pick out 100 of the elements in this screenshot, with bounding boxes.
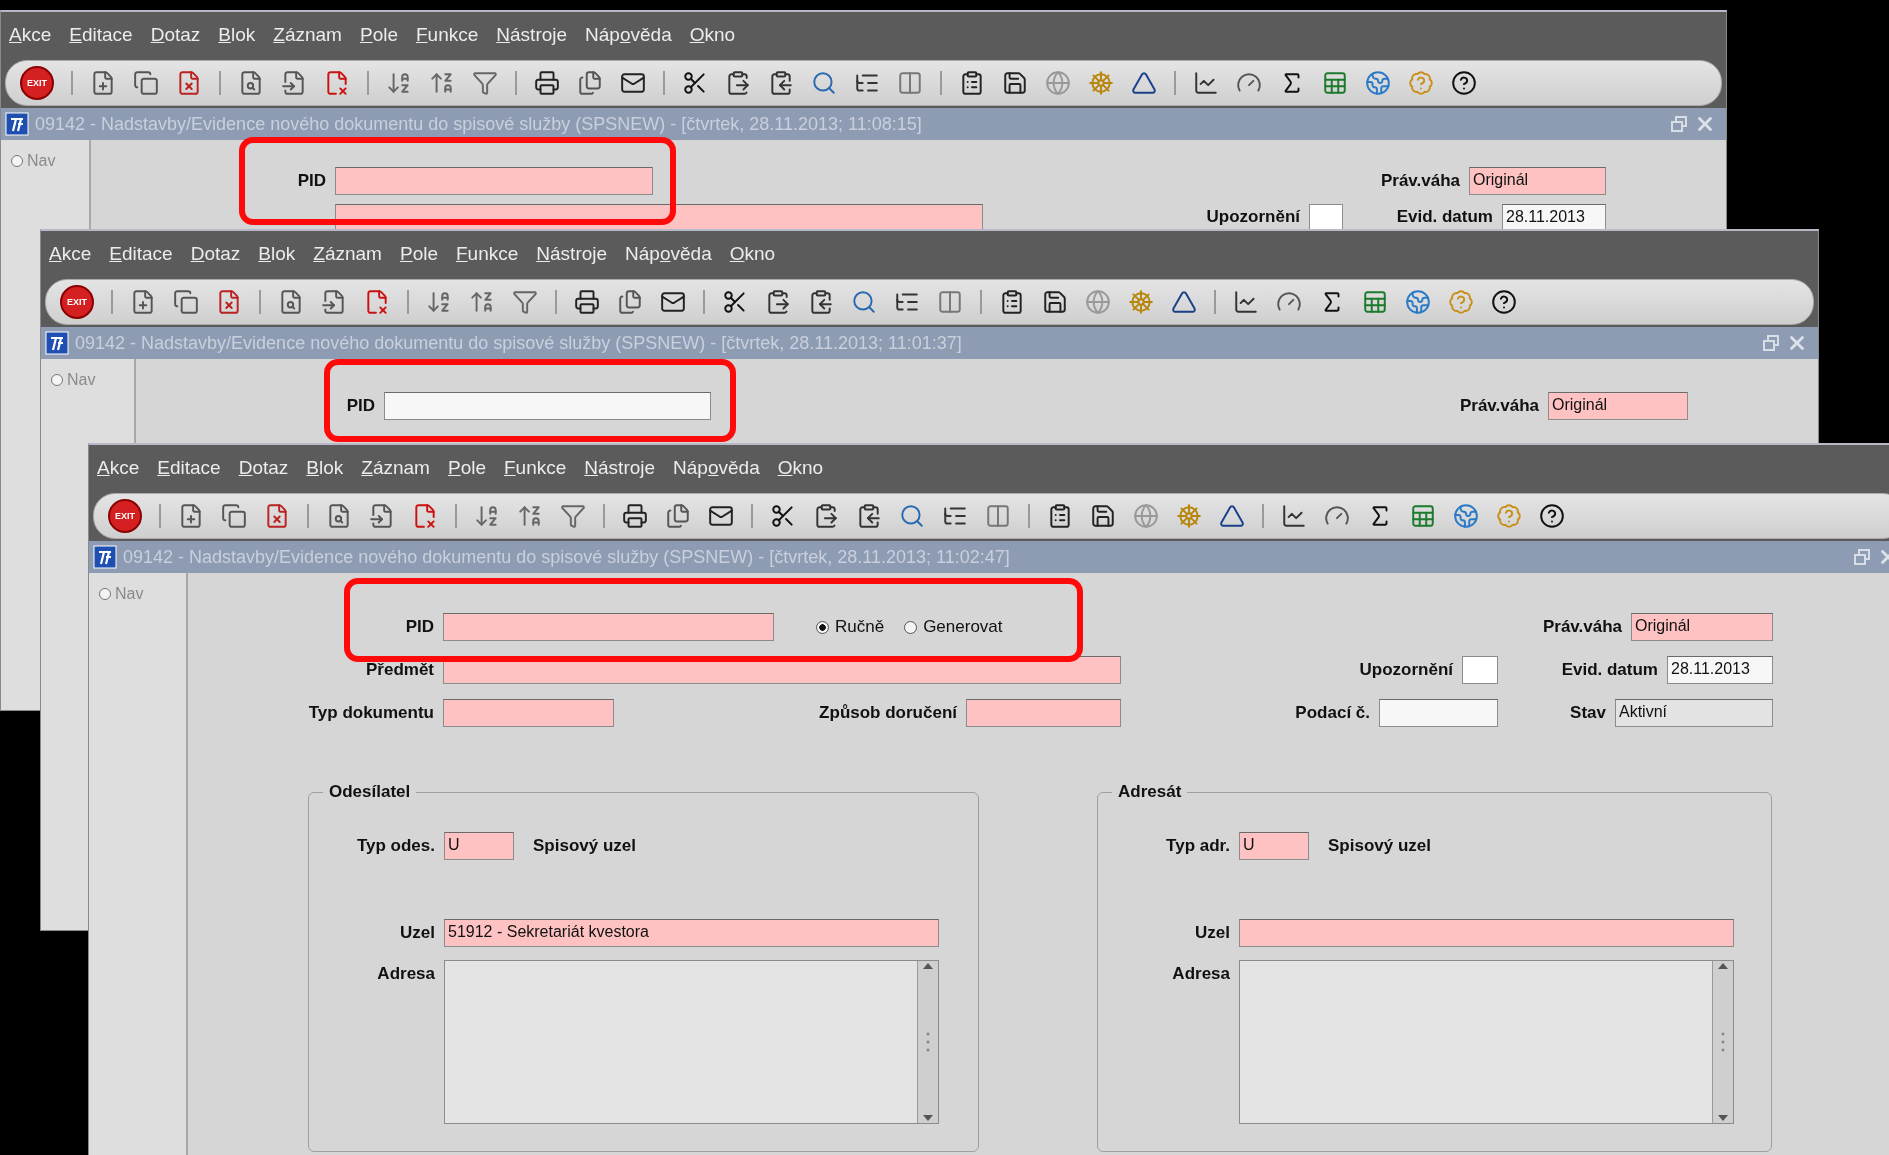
file-remove-icon[interactable] <box>412 503 438 529</box>
menu-item[interactable]: Záznam <box>361 457 430 479</box>
input-field[interactable] <box>966 699 1121 727</box>
menu-item[interactable]: Akce <box>97 457 140 479</box>
file-plus-icon[interactable] <box>90 70 116 96</box>
printer-icon[interactable] <box>622 503 648 529</box>
sort-ascending-icon[interactable] <box>426 289 452 315</box>
scroll-up-icon[interactable] <box>1717 961 1729 971</box>
menu-item[interactable]: Funkce <box>504 457 567 479</box>
file-delete-icon[interactable] <box>216 289 242 315</box>
input-field[interactable]: U <box>1239 832 1309 860</box>
help-icon[interactable] <box>1539 503 1565 529</box>
clipboard-icon[interactable] <box>768 70 794 96</box>
sort-descending-icon[interactable] <box>469 289 495 315</box>
address-field[interactable] <box>444 960 939 1124</box>
search-icon[interactable] <box>811 70 837 96</box>
radio-label[interactable]: Generovat <box>923 617 1003 637</box>
menu-item[interactable]: Editace <box>69 24 133 46</box>
clipboard-list-icon[interactable] <box>999 289 1025 315</box>
clipboard-list-icon[interactable] <box>1047 503 1073 529</box>
file-input-icon[interactable] <box>321 289 347 315</box>
input-field[interactable]: 51912 - Sekretariát kvestora <box>444 919 939 947</box>
paste-icon[interactable] <box>813 503 839 529</box>
triangle-icon[interactable] <box>1131 70 1157 96</box>
mail-icon[interactable] <box>708 503 734 529</box>
exit-button[interactable]: EXIT <box>108 499 142 533</box>
copy-icon[interactable] <box>173 289 199 315</box>
menu-item[interactable]: Nástroje <box>536 243 608 265</box>
file-plus-icon[interactable] <box>178 503 204 529</box>
printer-icon[interactable] <box>574 289 600 315</box>
file-input-icon[interactable] <box>281 70 307 96</box>
input-field[interactable]: Originál <box>1469 167 1606 195</box>
menu-item[interactable]: Záznam <box>273 24 342 46</box>
file-remove-icon[interactable] <box>364 289 390 315</box>
menu-item[interactable]: Nástroje <box>496 24 568 46</box>
input-field[interactable] <box>443 699 614 727</box>
file-search-icon[interactable] <box>278 289 304 315</box>
file-delete-icon[interactable] <box>264 503 290 529</box>
file-plus-icon[interactable] <box>130 289 156 315</box>
checkbox[interactable] <box>1309 204 1343 230</box>
clipboard-list-icon[interactable] <box>959 70 985 96</box>
input-field[interactable]: Originál <box>1631 613 1773 641</box>
menu-item[interactable]: Funkce <box>456 243 519 265</box>
earth-icon[interactable] <box>1365 70 1391 96</box>
menu-item[interactable]: Pole <box>359 24 398 46</box>
input-field[interactable]: U <box>444 832 514 860</box>
input-field[interactable] <box>443 613 774 641</box>
input-field[interactable]: Originál <box>1548 392 1688 420</box>
copy-icon[interactable] <box>133 70 159 96</box>
mail-icon[interactable] <box>620 70 646 96</box>
scrollbar[interactable] <box>917 961 938 1123</box>
paste-icon[interactable] <box>765 289 791 315</box>
menu-item[interactable]: Blok <box>306 457 344 479</box>
columns-icon[interactable] <box>897 70 923 96</box>
sort-ascending-icon[interactable] <box>474 503 500 529</box>
search-icon[interactable] <box>899 503 925 529</box>
menu-item[interactable]: Nápověda <box>673 457 760 479</box>
scissors-icon[interactable] <box>682 70 708 96</box>
menu-item[interactable]: Nápověda <box>625 243 712 265</box>
sort-ascending-icon[interactable] <box>386 70 412 96</box>
triangle-icon[interactable] <box>1171 289 1197 315</box>
spreadsheet-icon[interactable] <box>1410 503 1436 529</box>
scroll-down-icon[interactable] <box>922 1113 934 1123</box>
printer-icon[interactable] <box>534 70 560 96</box>
earth-icon[interactable] <box>1405 289 1431 315</box>
menu-item[interactable]: Okno <box>689 24 736 46</box>
filter-icon[interactable] <box>560 503 586 529</box>
input-field[interactable] <box>1239 919 1734 947</box>
help-icon[interactable] <box>1491 289 1517 315</box>
input-field[interactable] <box>1379 699 1498 727</box>
save-icon[interactable] <box>1042 289 1068 315</box>
columns-icon[interactable] <box>937 289 963 315</box>
earth-icon[interactable] <box>1453 503 1479 529</box>
input-field[interactable] <box>335 167 653 195</box>
file-search-icon[interactable] <box>326 503 352 529</box>
sort-descending-icon[interactable] <box>517 503 543 529</box>
menu-item[interactable]: Pole <box>399 243 438 265</box>
scrollbar[interactable] <box>1712 961 1733 1123</box>
file-delete-icon[interactable] <box>176 70 202 96</box>
chart-icon[interactable] <box>1281 503 1307 529</box>
menu-item[interactable]: Funkce <box>416 24 479 46</box>
filter-icon[interactable] <box>512 289 538 315</box>
file-search-icon[interactable] <box>238 70 264 96</box>
scroll-up-icon[interactable] <box>922 961 934 971</box>
chart-icon[interactable] <box>1193 70 1219 96</box>
copy-icon[interactable] <box>221 503 247 529</box>
menu-item[interactable]: Záznam <box>313 243 382 265</box>
sort-descending-icon[interactable] <box>429 70 455 96</box>
spreadsheet-icon[interactable] <box>1362 289 1388 315</box>
scroll-down-icon[interactable] <box>1717 1113 1729 1123</box>
menu-item[interactable]: Dotaz <box>190 243 241 265</box>
help-icon[interactable] <box>1451 70 1477 96</box>
files-icon[interactable] <box>617 289 643 315</box>
menu-item[interactable]: Dotaz <box>238 457 289 479</box>
menu-item[interactable]: Nástroje <box>584 457 656 479</box>
menu-item[interactable]: Akce <box>9 24 52 46</box>
scissors-icon[interactable] <box>722 289 748 315</box>
search-icon[interactable] <box>851 289 877 315</box>
menu-item[interactable]: Editace <box>109 243 173 265</box>
menu-item[interactable]: Nápověda <box>585 24 672 46</box>
